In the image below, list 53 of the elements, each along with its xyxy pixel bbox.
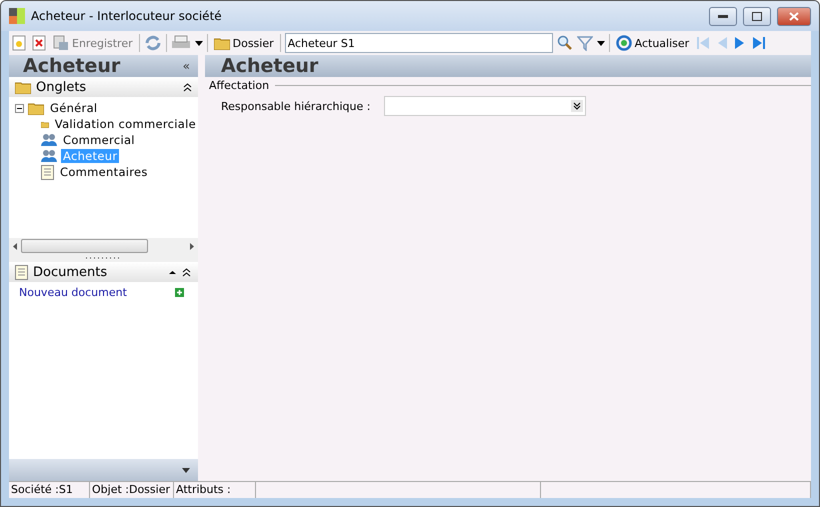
users-icon — [41, 149, 57, 163]
close-icon — [789, 12, 799, 20]
section-title: Onglets — [36, 80, 88, 94]
status-text: Société :S1 — [9, 482, 90, 498]
splitter-handle[interactable] — [9, 254, 198, 262]
scroll-left-icon[interactable] — [13, 242, 17, 250]
new-document-link[interactable]: Nouveau document — [19, 286, 127, 299]
window-title: Acheteur - Interlocuteur société — [31, 9, 223, 23]
folder-button[interactable]: Dossier — [212, 33, 276, 53]
tree-item[interactable]: Général — [48, 101, 100, 115]
status-text: Attributs : — [174, 482, 256, 498]
search-icon[interactable] — [556, 35, 573, 51]
tree-item[interactable]: Validation commerciale — [52, 117, 198, 131]
dropdown-icon[interactable] — [571, 100, 584, 112]
dropdown-icon[interactable] — [182, 468, 190, 472]
minimize-button[interactable] — [709, 6, 737, 26]
tree-item[interactable]: Commentaires — [58, 165, 150, 179]
field-label: Responsable hiérarchique : — [221, 100, 370, 112]
new-icon[interactable] — [11, 35, 27, 51]
folder-icon — [28, 102, 44, 114]
search-field[interactable]: Acheteur S1 — [284, 33, 553, 53]
scroll-right-icon[interactable] — [190, 242, 194, 250]
refresh-button[interactable]: Actualiser — [614, 33, 692, 53]
refresh-icon — [616, 35, 632, 51]
group-title: Affectation — [209, 79, 270, 92]
dropdown-icon[interactable] — [596, 40, 605, 46]
users-icon — [41, 133, 57, 147]
app-icon — [9, 8, 25, 24]
panel-title: Acheteur — [23, 55, 120, 77]
horizontal-scrollbar[interactable] — [9, 238, 198, 254]
document-icon — [41, 164, 54, 180]
add-icon[interactable] — [175, 288, 184, 297]
save-button[interactable]: Enregistrer — [51, 33, 135, 53]
maximize-icon — [752, 12, 762, 20]
sync-icon[interactable] — [144, 35, 162, 51]
last-icon[interactable] — [751, 35, 768, 51]
tree-item[interactable]: Commercial — [61, 133, 137, 147]
maximize-button[interactable] — [743, 6, 771, 26]
document-icon — [15, 264, 28, 280]
section-title: Documents — [33, 264, 108, 280]
delete-icon[interactable] — [31, 35, 47, 51]
main-title: Acheteur — [221, 55, 318, 77]
collapse-icon[interactable] — [183, 82, 192, 92]
dropdown-icon[interactable] — [194, 40, 203, 46]
folder-icon — [15, 80, 31, 94]
close-button[interactable] — [777, 6, 811, 26]
minimize-icon — [718, 14, 728, 18]
save-icon — [53, 35, 69, 51]
collapse-button[interactable]: « — [182, 59, 190, 73]
status-text: Objet :Dossier — [90, 482, 174, 498]
collapse-icon[interactable] — [168, 268, 192, 276]
collapse-icon[interactable] — [15, 104, 24, 112]
folder-icon — [214, 36, 230, 50]
